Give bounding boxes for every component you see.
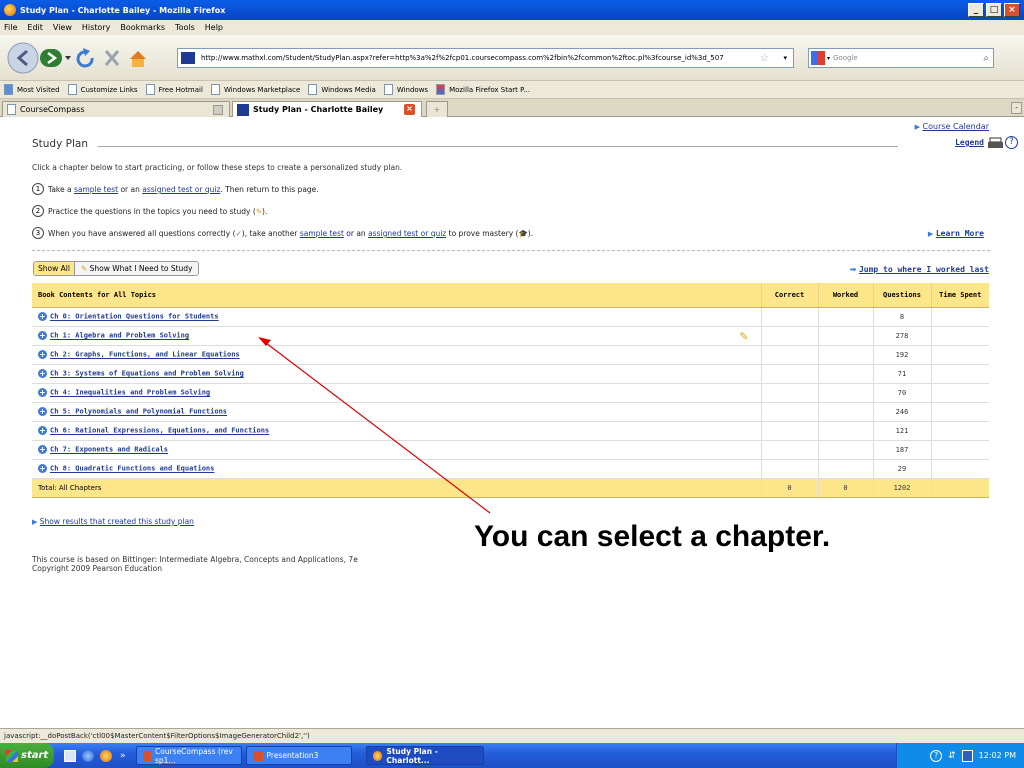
bookmark-firefox-start[interactable]: Mozilla Firefox Start P... bbox=[436, 84, 530, 95]
folder-icon bbox=[4, 84, 13, 95]
new-tab-button[interactable]: + bbox=[426, 101, 448, 117]
tab-coursecompass[interactable]: CourseCompass bbox=[2, 101, 230, 117]
page-icon bbox=[383, 84, 393, 95]
callout-arrow bbox=[258, 337, 491, 514]
ie-icon[interactable] bbox=[82, 749, 94, 762]
taskbar: start » CourseCompass (rev sp1... Presen… bbox=[0, 743, 1024, 768]
system-tray: ? ⇵ 12:02 PM bbox=[896, 743, 1024, 768]
google-icon[interactable] bbox=[811, 51, 825, 65]
stop-icon[interactable] bbox=[104, 50, 120, 66]
minimize-button[interactable]: _ bbox=[968, 3, 984, 17]
firefox-start-icon bbox=[436, 84, 446, 95]
search-placeholder: Google bbox=[833, 54, 858, 62]
bookmarks-toolbar: Most Visited Customize Links Free Hotmai… bbox=[0, 81, 1024, 99]
start-button[interactable]: start bbox=[0, 743, 54, 768]
menu-tools[interactable]: Tools bbox=[175, 23, 195, 32]
bookmark-customize-links[interactable]: Customize Links bbox=[67, 84, 138, 95]
clock[interactable]: 12:02 PM bbox=[979, 751, 1016, 760]
search-box[interactable]: ▾ Google ⌕ bbox=[808, 48, 994, 68]
bookmark-windows-marketplace[interactable]: Windows Marketplace bbox=[210, 84, 300, 95]
menu-file[interactable]: File bbox=[4, 23, 17, 32]
page-icon bbox=[145, 84, 155, 95]
maximize-button[interactable]: □ bbox=[986, 3, 1002, 17]
help-tray-icon[interactable]: ? bbox=[930, 749, 943, 762]
home-icon[interactable] bbox=[130, 51, 146, 67]
bookmark-windows-media[interactable]: Windows Media bbox=[308, 84, 376, 95]
show-desktop-icon[interactable] bbox=[64, 749, 76, 762]
firefox-icon bbox=[372, 750, 383, 761]
address-bar[interactable]: http://www.mathxl.com/Student/StudyPlan.… bbox=[177, 48, 794, 68]
windows-logo-icon bbox=[6, 749, 18, 762]
list-all-tabs-button[interactable]: - bbox=[1011, 102, 1022, 114]
search-icon[interactable]: ⌕ bbox=[983, 53, 989, 64]
shield-icon[interactable] bbox=[961, 749, 973, 762]
menu-help[interactable]: Help bbox=[205, 23, 223, 32]
close-button[interactable]: × bbox=[1004, 3, 1020, 17]
taskbar-item-presentation3[interactable]: Presentation3 bbox=[245, 746, 352, 765]
tab-bar: CourseCompass Study Plan - Charlotte Bai… bbox=[0, 99, 1024, 117]
address-url: http://www.mathxl.com/Student/StudyPlan.… bbox=[201, 54, 724, 62]
address-dropdown-icon[interactable]: ▾ bbox=[783, 54, 787, 62]
menu-bookmarks[interactable]: Bookmarks bbox=[120, 23, 165, 32]
status-bar: javascript:__doPostBack('ctl00$MasterCon… bbox=[0, 728, 1024, 743]
network-icon[interactable]: ⇵ bbox=[948, 751, 956, 761]
bookmark-star-icon[interactable]: ☆ bbox=[760, 53, 769, 64]
nav-buttons bbox=[7, 42, 146, 74]
back-icon[interactable] bbox=[7, 42, 39, 74]
site-favicon bbox=[181, 52, 195, 64]
tab-close-icon[interactable] bbox=[213, 104, 223, 115]
page-icon bbox=[7, 104, 16, 115]
navigation-toolbar: http://www.mathxl.com/Student/StudyPlan.… bbox=[0, 35, 1024, 81]
taskbar-item-study-plan[interactable]: Study Plan - Charlott... bbox=[365, 746, 484, 765]
status-text: javascript:__doPostBack('ctl00$MasterCon… bbox=[4, 732, 310, 740]
firefox-quicklaunch-icon[interactable] bbox=[100, 749, 112, 762]
page-icon bbox=[210, 84, 220, 95]
tab-study-plan[interactable]: Study Plan - Charlotte Bailey × bbox=[232, 101, 422, 117]
window-title: Study Plan - Charlotte Bailey - Mozilla … bbox=[20, 5, 226, 15]
chevron-icon[interactable]: » bbox=[120, 751, 126, 761]
page-icon bbox=[67, 84, 77, 95]
powerpoint-icon bbox=[142, 750, 151, 761]
menu-bar: File Edit View History Bookmarks Tools H… bbox=[0, 20, 1024, 35]
bookmark-windows[interactable]: Windows bbox=[383, 84, 428, 95]
reload-icon[interactable] bbox=[76, 48, 94, 68]
page-icon bbox=[308, 84, 318, 95]
window-title-bar: Study Plan - Charlotte Bailey - Mozilla … bbox=[0, 0, 1024, 20]
forward-icon[interactable] bbox=[40, 49, 71, 67]
site-favicon bbox=[237, 103, 249, 116]
tab-close-icon[interactable]: × bbox=[404, 104, 415, 115]
menu-view[interactable]: View bbox=[53, 23, 72, 32]
menu-history[interactable]: History bbox=[82, 23, 110, 32]
bookmark-free-hotmail[interactable]: Free Hotmail bbox=[145, 84, 203, 95]
firefox-icon bbox=[4, 4, 16, 16]
bookmark-most-visited[interactable]: Most Visited bbox=[4, 84, 60, 95]
page-content: ▶ Course Calendar Study Plan Legend ? Cl… bbox=[0, 118, 1024, 728]
menu-edit[interactable]: Edit bbox=[27, 23, 43, 32]
powerpoint-icon bbox=[252, 750, 263, 761]
taskbar-item-coursecompass[interactable]: CourseCompass (rev sp1... bbox=[135, 746, 242, 765]
search-engine-dropdown-icon[interactable]: ▾ bbox=[827, 55, 830, 62]
